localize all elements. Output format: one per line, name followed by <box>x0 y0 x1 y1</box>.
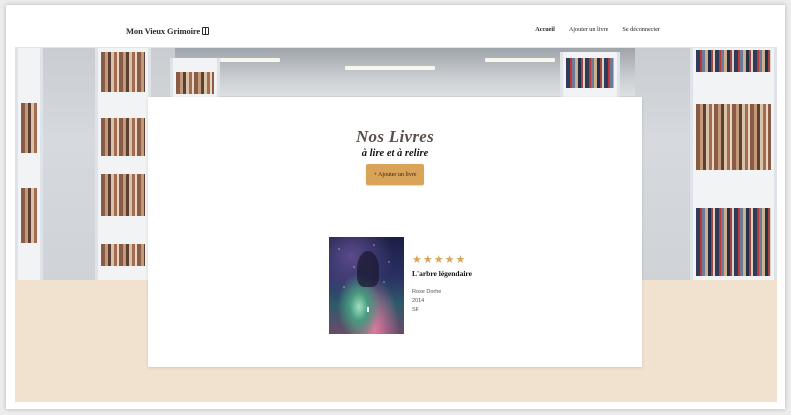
page-subtitle: à lire et à relire <box>361 148 429 159</box>
book-cover-image[interactable] <box>329 237 404 334</box>
nav-item-deconnecter[interactable]: Se déconnecter <box>622 26 660 33</box>
books-card: Nos Livres à lire et à relire + Ajouter … <box>148 97 642 367</box>
add-book-button[interactable]: + Ajouter un livre <box>366 164 424 185</box>
cover-tree <box>357 251 379 287</box>
star-icon: ★ <box>422 253 433 266</box>
book-genre: SF <box>412 307 420 313</box>
book-icon <box>202 27 210 35</box>
ceiling-light <box>220 58 280 62</box>
books <box>101 52 145 92</box>
book-item[interactable]: ★ ★ ★ ★ ★ L'arbre légendaire Rose Dorhe … <box>329 237 472 335</box>
star-icon: ★ <box>455 253 466 266</box>
bookshelf <box>15 48 43 280</box>
books <box>566 58 614 88</box>
bookshelf <box>560 52 620 98</box>
books <box>101 244 145 266</box>
nav-item-ajouter-livre[interactable]: Ajouter un livre <box>569 26 609 33</box>
books <box>696 104 771 170</box>
star-icon: ★ <box>412 253 422 266</box>
site-header: Mon Vieux Grimoire Accueil Ajouter un li… <box>15 14 777 48</box>
books <box>21 188 37 243</box>
ceiling-light <box>485 58 555 62</box>
star-icon: ★ <box>444 253 455 266</box>
book-year: 2014 <box>412 298 425 304</box>
books <box>101 174 145 216</box>
star-icon: ★ <box>433 253 444 266</box>
cover-figure <box>367 307 369 312</box>
page-title: Nos Livres <box>355 127 435 146</box>
app-frame: Mon Vieux Grimoire Accueil Ajouter un li… <box>15 14 777 402</box>
nav-item-accueil[interactable]: Accueil <box>535 26 555 33</box>
books <box>101 118 145 156</box>
book-rating: ★ ★ ★ ★ ★ <box>412 254 465 265</box>
bookshelf <box>95 48 151 280</box>
books <box>696 208 771 276</box>
ceiling-light <box>345 66 435 70</box>
books <box>696 50 771 72</box>
main-nav: Accueil Ajouter un livre Se déconnecter <box>535 26 660 33</box>
books <box>176 72 214 94</box>
books <box>21 103 37 153</box>
brand-logo[interactable]: Mon Vieux Grimoire <box>126 26 210 36</box>
browser-window: Mon Vieux Grimoire Accueil Ajouter un li… <box>6 5 785 409</box>
bookshelf <box>690 48 777 280</box>
brand-name: Mon Vieux Grimoire <box>126 26 201 36</box>
book-title[interactable]: L'arbre légendaire <box>412 270 472 278</box>
book-author: Rose Dorhe <box>412 289 442 295</box>
